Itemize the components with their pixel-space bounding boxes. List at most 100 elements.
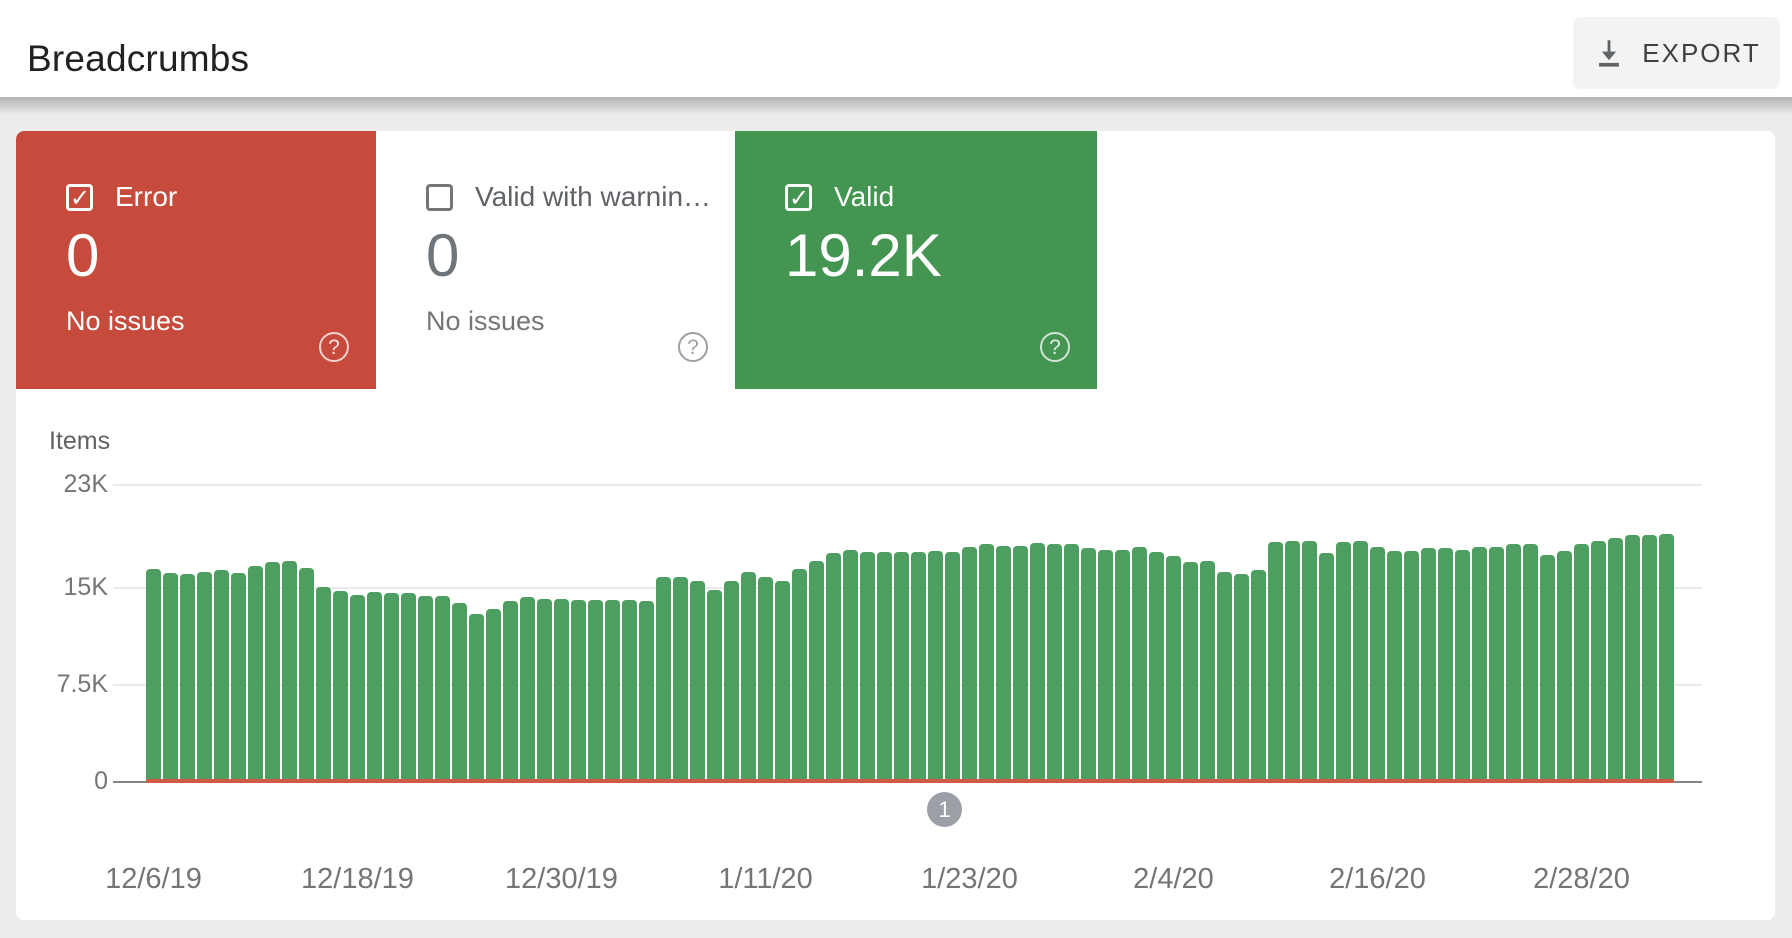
- valid-bar: [656, 577, 671, 782]
- export-button[interactable]: EXPORT: [1573, 17, 1780, 89]
- valid-bar: [690, 581, 705, 782]
- valid-bar: [571, 600, 586, 782]
- valid-bar: [1523, 544, 1538, 782]
- valid-bar: [1642, 535, 1657, 782]
- valid-bar: [248, 566, 263, 782]
- valid-bar: [1183, 562, 1198, 782]
- valid-bar: [1489, 547, 1504, 782]
- valid-bar: [741, 572, 756, 782]
- valid-bar: [945, 552, 960, 782]
- valid-bar: [622, 600, 637, 782]
- valid-bar: [214, 570, 229, 782]
- valid-with-warnings-help-icon[interactable]: ?: [678, 332, 708, 362]
- summary-tile-valid-with-warnings[interactable]: Valid with warnin… 0 No issues ?: [376, 131, 735, 389]
- valid-bar: [537, 599, 552, 782]
- valid-bar: [1013, 546, 1028, 782]
- valid-bar: [1404, 551, 1419, 782]
- x-tick-label: 2/28/20: [1502, 863, 1662, 896]
- error-help-icon[interactable]: ?: [319, 332, 349, 362]
- error-tile-label: Error: [115, 181, 177, 213]
- valid-bar: [639, 601, 654, 782]
- error-count: 0: [66, 223, 99, 289]
- x-tick-label: 12/6/19: [74, 863, 234, 896]
- valid-bar: [673, 577, 688, 782]
- valid-bar: [1625, 535, 1640, 782]
- valid-bar: [928, 551, 943, 782]
- valid-bar: [282, 561, 297, 782]
- valid-bar: [1030, 543, 1045, 782]
- valid-bar: [1336, 542, 1351, 782]
- valid-bar: [265, 562, 280, 782]
- valid-bar: [979, 544, 994, 782]
- valid-bar: [843, 550, 858, 782]
- y-tick-label: 15K: [16, 573, 108, 602]
- valid-bar: [1438, 548, 1453, 782]
- valid-bar: [401, 593, 416, 782]
- valid-bar: [894, 552, 909, 782]
- valid-bar: [180, 574, 195, 782]
- valid-bar: [350, 595, 365, 782]
- valid-bar: [1268, 542, 1283, 782]
- valid-tile-label: Valid: [834, 181, 894, 213]
- valid-bar: [554, 599, 569, 782]
- valid-bar: [1251, 570, 1266, 782]
- valid-bar: [1166, 556, 1181, 782]
- valid-bar: [163, 573, 178, 782]
- valid-bar: [1047, 544, 1062, 782]
- valid-bar: [758, 577, 773, 782]
- valid-bar: [1659, 534, 1674, 782]
- valid-with-warnings-checkbox[interactable]: [426, 184, 453, 211]
- valid-bar: [418, 596, 433, 782]
- valid-bar: [1608, 538, 1623, 782]
- valid-bar: [860, 552, 875, 782]
- x-tick-label: 12/30/19: [482, 863, 642, 896]
- x-tick-label: 12/18/19: [278, 863, 438, 896]
- valid-with-warnings-tile-label: Valid with warnin…: [475, 181, 711, 213]
- valid-with-warnings-count: 0: [426, 223, 459, 289]
- valid-bar: [1472, 547, 1487, 782]
- valid-bar: [605, 600, 620, 782]
- valid-bar: [1200, 561, 1215, 782]
- error-checkbox[interactable]: [66, 184, 93, 211]
- valid-bar: [911, 552, 926, 782]
- summary-tile-error[interactable]: Error 0 No issues ?: [16, 131, 376, 389]
- y-axis-title: Items: [49, 427, 110, 456]
- header: Breadcrumbs EXPORT: [0, 0, 1792, 97]
- valid-bar: [1421, 548, 1436, 782]
- valid-count: 19.2K: [785, 223, 942, 289]
- error-zero-line: [146, 779, 1674, 783]
- y-tick-label: 0: [16, 767, 108, 796]
- valid-bar: [1319, 553, 1334, 782]
- valid-bar: [1353, 541, 1368, 782]
- valid-bar: [316, 587, 331, 782]
- valid-bar: [707, 590, 722, 782]
- download-icon: [1592, 36, 1626, 70]
- valid-bar: [452, 603, 467, 782]
- valid-bar: [792, 569, 807, 782]
- valid-bar: [1115, 550, 1130, 782]
- valid-bar: [384, 593, 399, 782]
- valid-bar: [826, 553, 841, 782]
- plot-area: [146, 422, 1678, 782]
- valid-bar: [1387, 551, 1402, 782]
- x-tick-label: 2/16/20: [1298, 863, 1458, 896]
- valid-bar: [1506, 544, 1521, 782]
- valid-help-icon[interactable]: ?: [1040, 332, 1070, 362]
- valid-bar: [486, 609, 501, 782]
- error-status-text: No issues: [66, 306, 185, 337]
- chart-annotation-marker[interactable]: 1: [927, 792, 962, 827]
- valid-bar: [1149, 552, 1164, 782]
- valid-bar: [1081, 548, 1096, 782]
- valid-bar: [146, 569, 161, 782]
- valid-bar: [996, 546, 1011, 782]
- valid-checkbox[interactable]: [785, 184, 812, 211]
- summary-tile-valid[interactable]: Valid 19.2K ?: [735, 131, 1097, 389]
- x-tick-label: 1/23/20: [890, 863, 1050, 896]
- valid-bar: [1370, 547, 1385, 782]
- valid-bar: [1234, 574, 1249, 782]
- report-card: Error 0 No issues ? Valid with warnin… 0…: [16, 131, 1775, 920]
- valid-bar: [469, 614, 484, 782]
- valid-bar: [588, 600, 603, 782]
- y-tick-label: 23K: [16, 470, 108, 499]
- valid-bar: [231, 573, 246, 782]
